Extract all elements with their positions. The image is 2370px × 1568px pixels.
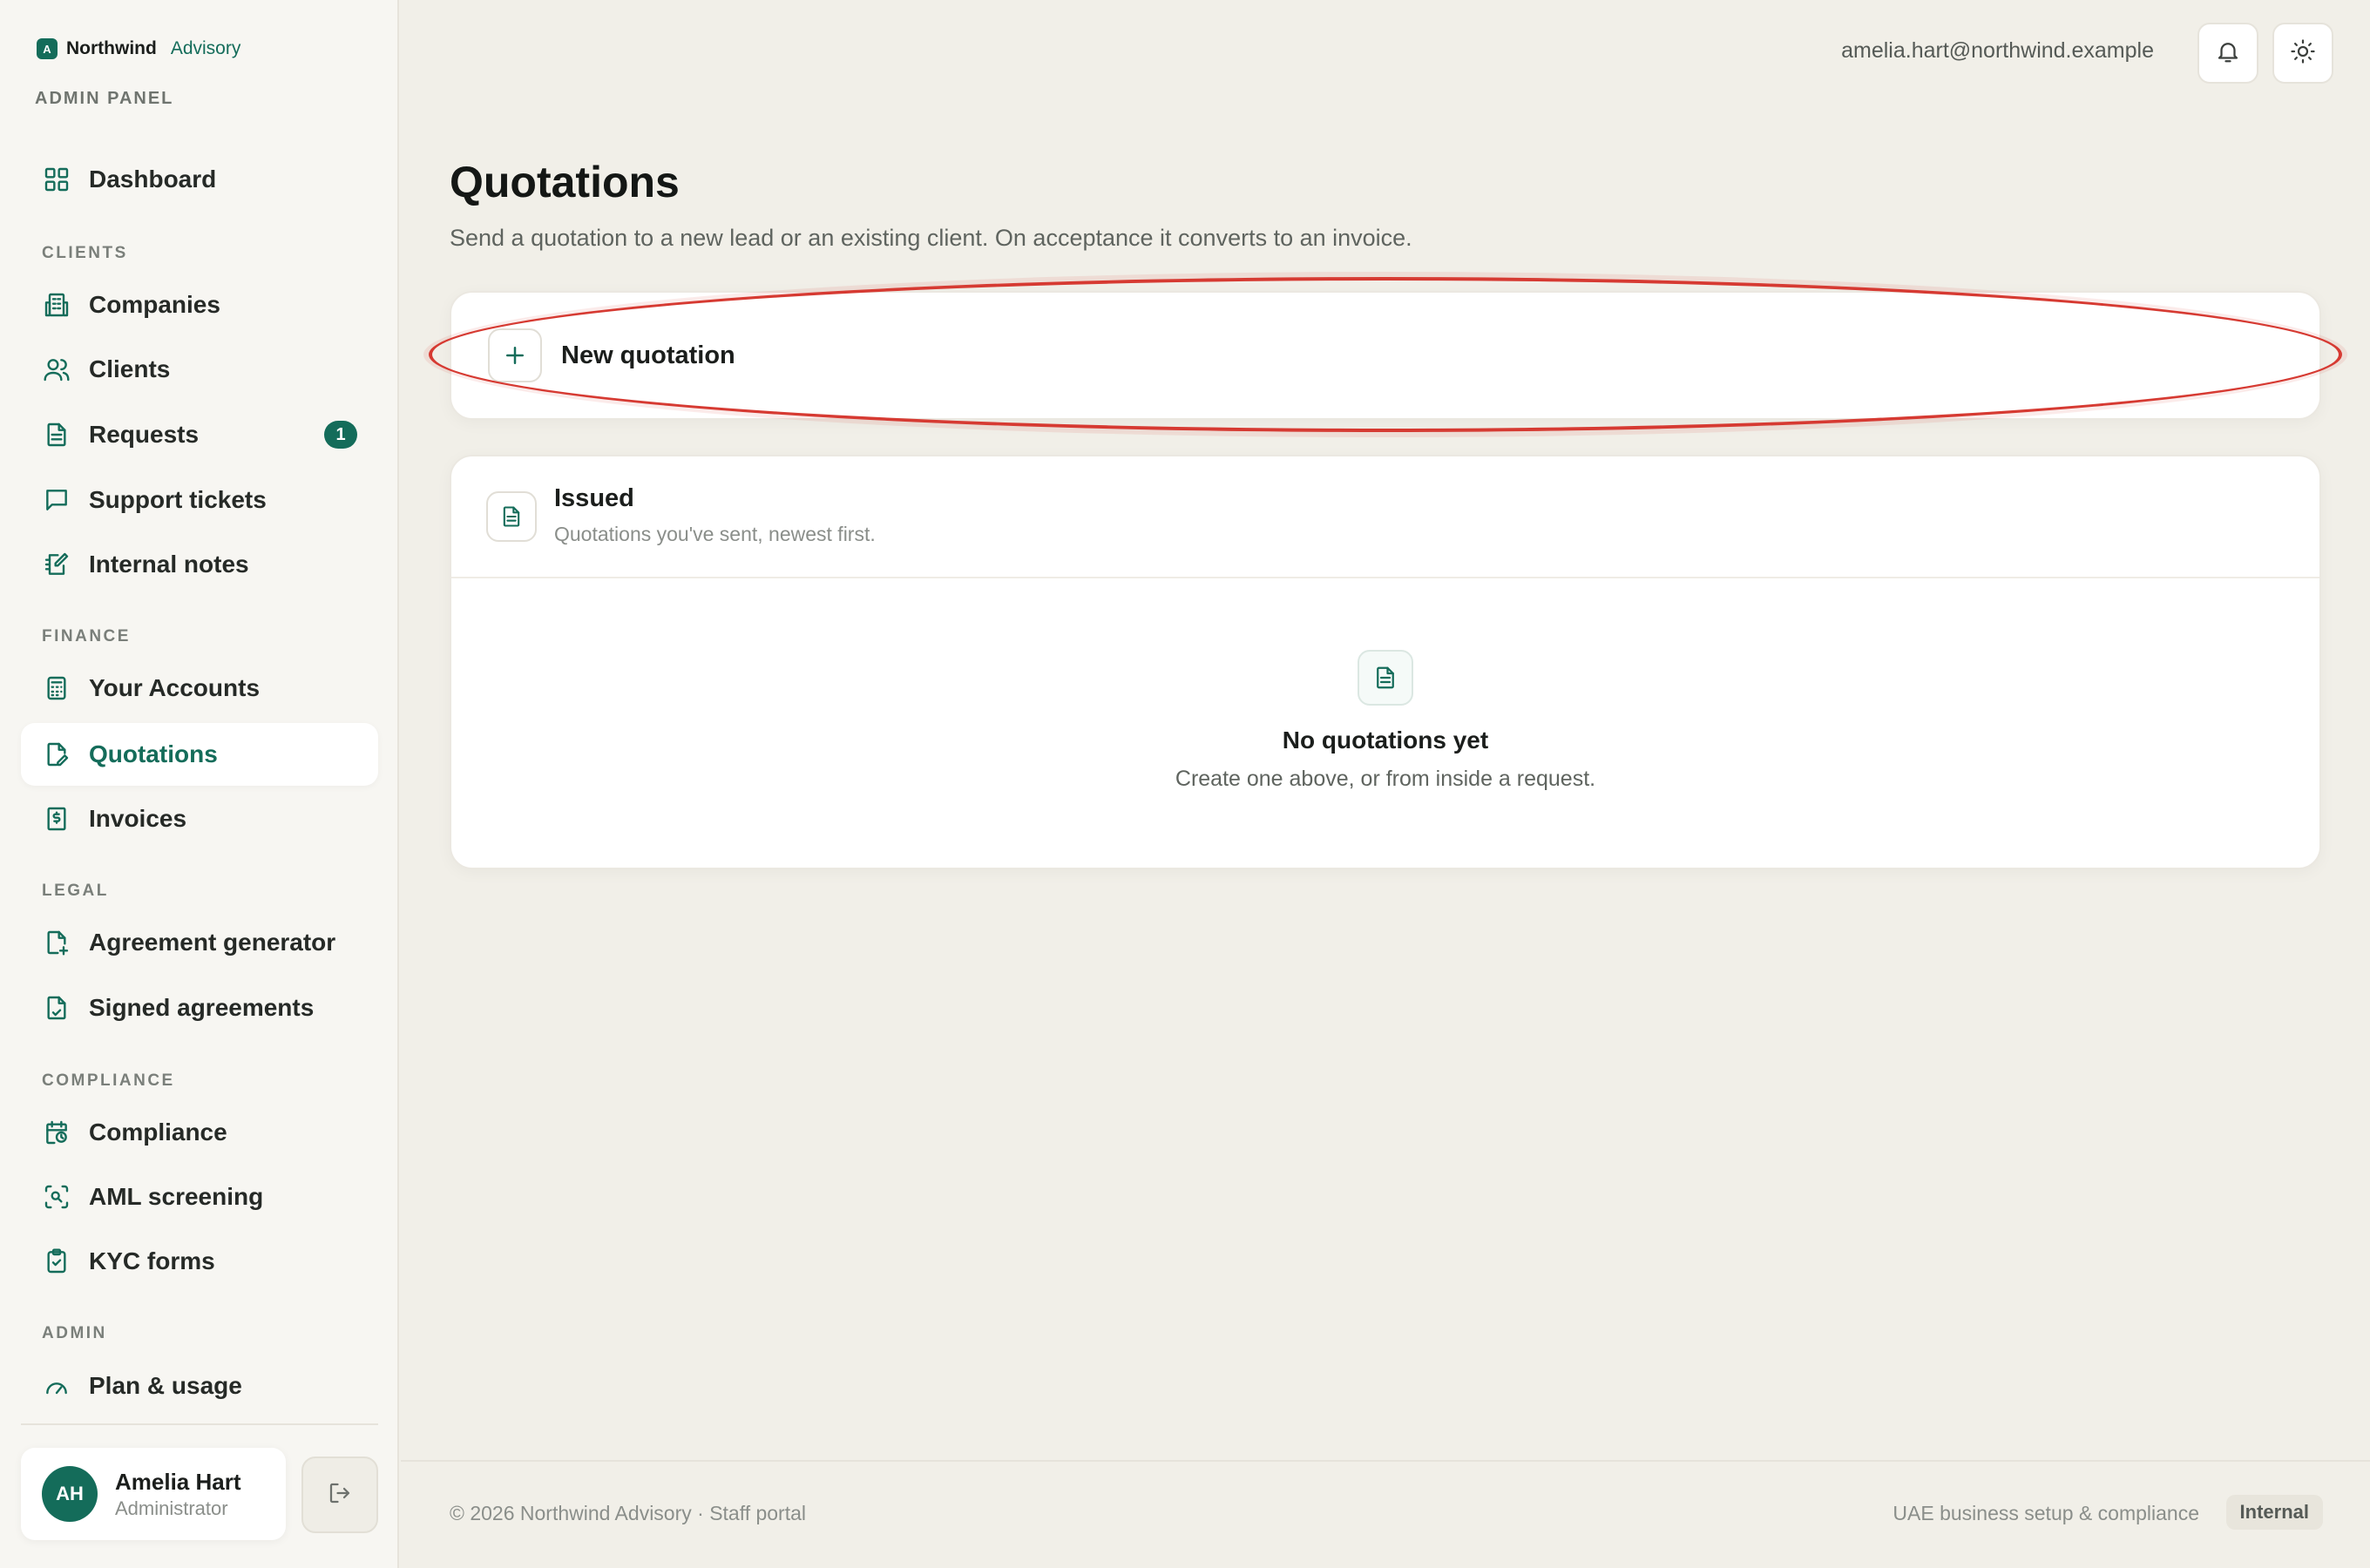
sidebar: A Northwind Advisory ADMIN PANEL Dashboa… <box>0 0 399 1568</box>
notifications-button[interactable] <box>2197 23 2258 84</box>
sidebar-item-companies[interactable]: Companies <box>21 274 378 336</box>
brand-logo: A <box>37 38 58 59</box>
sidebar-item-dashboard[interactable]: Dashboard <box>21 148 378 211</box>
sidebar-item-label: Dashboard <box>89 166 217 193</box>
sidebar-item-label: Signed agreements <box>89 994 315 1021</box>
empty-state-subtitle: Create one above, or from inside a reque… <box>1175 767 1596 791</box>
bell-icon <box>2215 38 2241 69</box>
sidebar-item-label: Quotations <box>89 740 218 767</box>
users-icon <box>42 355 71 384</box>
sidebar-item-label: Clients <box>89 355 171 382</box>
sidebar-item-requests[interactable]: Requests 1 <box>21 403 378 466</box>
sidebar-item-label: Agreement generator <box>89 929 336 956</box>
internal-badge: Internal <box>2225 1495 2323 1530</box>
logout-button[interactable] <box>301 1456 378 1533</box>
sidebar-item-compliance[interactable]: Compliance <box>21 1101 378 1164</box>
sidebar-item-clients[interactable]: Clients <box>21 338 378 401</box>
issued-quotations-card: Issued Quotations you've sent, newest fi… <box>450 455 2321 869</box>
grid-icon <box>42 165 71 194</box>
new-quotation-button[interactable]: New quotation <box>450 291 2321 420</box>
brand-name: Northwind <box>66 38 157 58</box>
sidebar-item-label: Compliance <box>89 1119 227 1146</box>
footer-copyright: © 2026 Northwind Advisory · Staff portal <box>450 1502 807 1524</box>
receipt-dollar-icon <box>42 804 71 834</box>
plus-icon <box>488 328 542 382</box>
calendar-clock-icon <box>42 1118 71 1147</box>
sidebar-item-label: Internal notes <box>89 551 249 578</box>
section-label-compliance: COMPLIANCE <box>42 1071 175 1090</box>
sidebar-item-label: Invoices <box>89 805 187 832</box>
user-name: Amelia Hart <box>115 1468 241 1495</box>
user-card[interactable]: AH Amelia Hart Administrator <box>21 1448 286 1540</box>
user-role: Administrator <box>115 1497 228 1519</box>
sidebar-divider <box>21 1423 378 1425</box>
issued-header: Issued Quotations you've sent, newest fi… <box>451 456 2319 578</box>
notebook-pen-icon <box>42 550 71 579</box>
sidebar-item-label: KYC forms <box>89 1247 215 1274</box>
page-subtitle: Send a quotation to a new lead or an exi… <box>450 225 1412 251</box>
section-label-clients: CLIENTS <box>42 244 128 262</box>
document-icon <box>486 491 537 542</box>
user-meta: Amelia Hart Administrator <box>115 1469 241 1520</box>
brand[interactable]: A Northwind Advisory <box>37 38 240 59</box>
sidebar-item-invoices[interactable]: Invoices <box>21 787 378 850</box>
clipboard-check-icon <box>42 1247 71 1276</box>
gauge-icon <box>42 1371 71 1401</box>
sidebar-item-label: Requests <box>89 421 200 448</box>
new-quotation-label: New quotation <box>561 341 735 369</box>
page-title: Quotations <box>450 158 680 206</box>
issued-subtitle: Quotations you've sent, newest first. <box>554 523 876 545</box>
log-out-icon <box>327 1480 353 1511</box>
brand-sub: Advisory <box>170 38 241 58</box>
sidebar-item-quotations[interactable]: Quotations <box>21 723 378 786</box>
requests-count-badge: 1 <box>324 421 357 449</box>
sidebar-item-label: Support tickets <box>89 486 267 513</box>
calculator-icon <box>42 673 71 703</box>
file-pen-icon <box>42 740 71 769</box>
sidebar-item-kyc-forms[interactable]: KYC forms <box>21 1230 378 1293</box>
issued-title: Issued <box>554 484 634 512</box>
theme-toggle-button[interactable] <box>2272 23 2333 84</box>
account-email: amelia.hart@northwind.example <box>1841 38 2154 63</box>
sidebar-item-label: Plan & usage <box>89 1372 242 1399</box>
section-label-finance: FINANCE <box>42 627 131 645</box>
sun-icon <box>2290 38 2316 69</box>
sidebar-item-aml-screening[interactable]: AML screening <box>21 1166 378 1228</box>
sidebar-item-agreement-generator[interactable]: Agreement generator <box>21 911 378 974</box>
panel-label: ADMIN PANEL <box>35 89 174 108</box>
sidebar-item-label: AML screening <box>89 1183 264 1210</box>
file-plus-icon <box>42 928 71 957</box>
avatar: AH <box>42 1466 98 1522</box>
file-check-icon <box>42 993 71 1023</box>
sidebar-item-internal-notes[interactable]: Internal notes <box>21 533 378 596</box>
scan-search-icon <box>42 1182 71 1212</box>
file-text-icon <box>42 420 71 449</box>
footer-tagline: UAE business setup & compliance <box>1893 1502 2199 1524</box>
message-square-icon <box>42 485 71 515</box>
footer-divider <box>401 1460 2370 1462</box>
sidebar-item-signed-agreements[interactable]: Signed agreements <box>21 977 378 1039</box>
section-label-admin: ADMIN <box>42 1324 107 1342</box>
empty-state-title: No quotations yet <box>1282 727 1489 754</box>
sidebar-item-label: Companies <box>89 291 220 318</box>
sidebar-item-your-accounts[interactable]: Your Accounts <box>21 657 378 720</box>
building-icon <box>42 290 71 320</box>
empty-state-document-icon <box>1358 650 1413 706</box>
section-label-legal: LEGAL <box>42 882 109 900</box>
sidebar-item-support-tickets[interactable]: Support tickets <box>21 469 378 531</box>
sidebar-item-plan-usage[interactable]: Plan & usage <box>21 1355 378 1417</box>
sidebar-item-label: Your Accounts <box>89 674 261 701</box>
